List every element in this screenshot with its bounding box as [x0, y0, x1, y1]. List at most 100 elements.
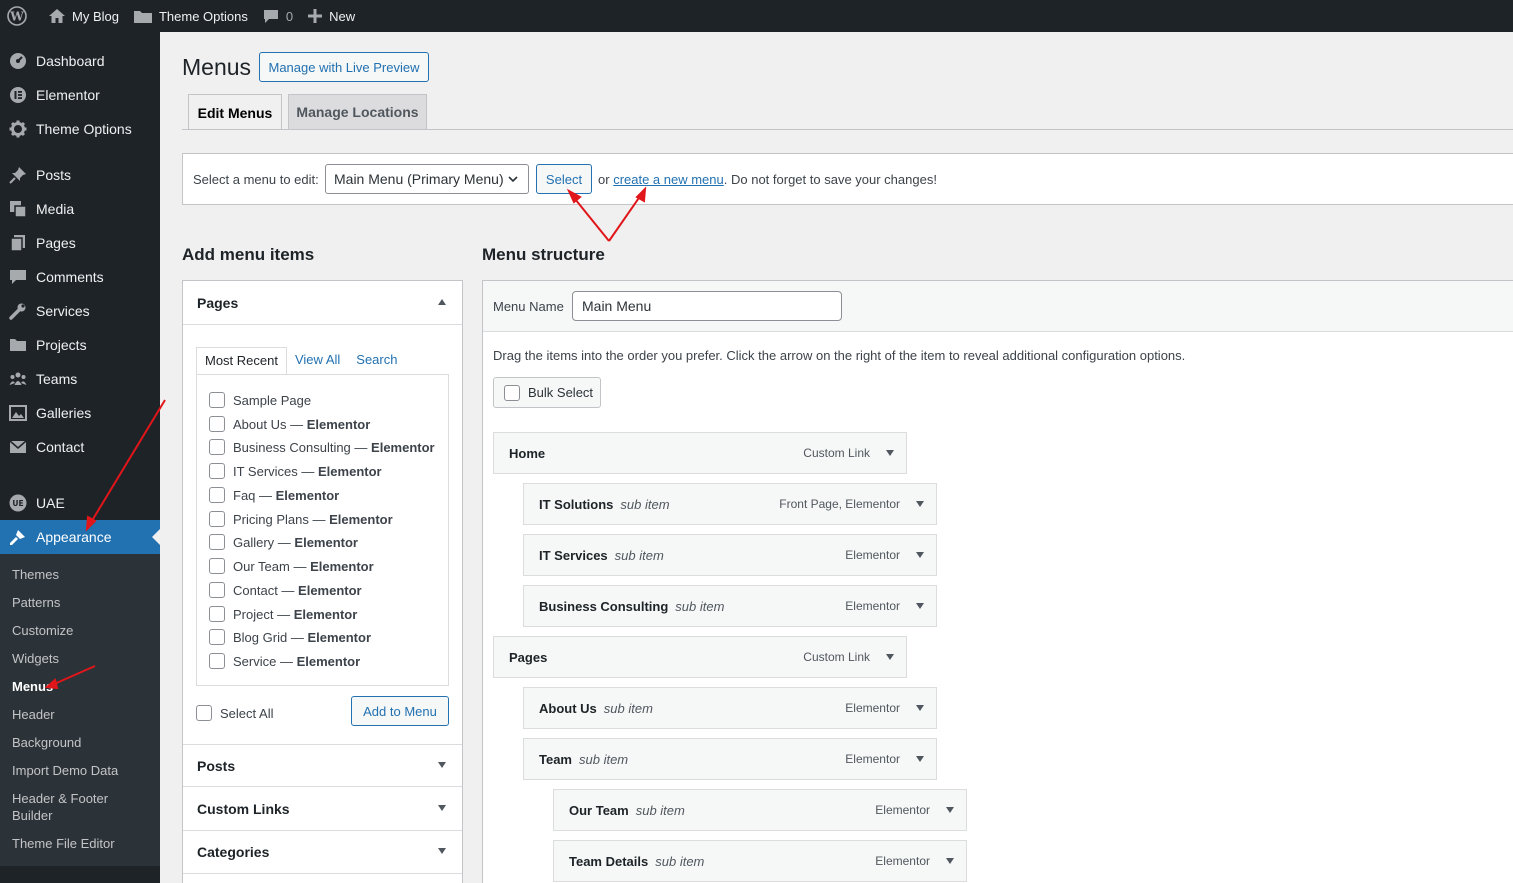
expand-arrow-icon[interactable]	[438, 762, 446, 768]
checkbox[interactable]	[209, 416, 225, 432]
submenu-background[interactable]: Background	[0, 729, 160, 757]
expand-arrow-icon[interactable]	[946, 807, 954, 813]
submenu-header-footer-builder[interactable]: Header & Footer Builder	[0, 785, 160, 830]
sidebar-item-pages[interactable]: Pages	[0, 226, 160, 260]
bulk-select-button[interactable]: Bulk Select	[493, 377, 601, 408]
submenu-customize[interactable]: Customize	[0, 617, 160, 645]
sidebar-item-projects[interactable]: Projects	[0, 328, 160, 362]
expand-arrow-icon[interactable]	[916, 603, 924, 609]
checkbox[interactable]	[209, 439, 225, 455]
tab-view-all[interactable]: View All	[287, 347, 348, 375]
tab-most-recent[interactable]: Most Recent	[196, 347, 287, 375]
expand-arrow-icon[interactable]	[886, 450, 894, 456]
comments-link[interactable]: 0	[255, 0, 300, 32]
list-item[interactable]: Business Consulting — Elementor	[209, 439, 435, 455]
custom-links-panel-header[interactable]: Custom Links	[183, 788, 462, 831]
manage-live-preview-button[interactable]: Manage with Live Preview	[259, 52, 429, 82]
sidebar-item-dashboard[interactable]: Dashboard	[0, 44, 160, 78]
checkbox[interactable]	[209, 534, 225, 550]
new-content-link[interactable]: New	[300, 0, 362, 32]
wordpress-logo-icon[interactable]: W	[0, 0, 41, 32]
menu-item-type: Elementor	[845, 548, 900, 562]
categories-panel-header[interactable]: Categories	[183, 831, 462, 874]
collapse-arrow-icon[interactable]	[438, 299, 446, 305]
wrench-icon	[8, 301, 28, 321]
list-item[interactable]: Blog Grid — Elementor	[209, 629, 371, 645]
select-all-control[interactable]: Select All	[196, 705, 273, 721]
submenu-header[interactable]: Header	[0, 701, 160, 729]
tab-search[interactable]: Search	[348, 347, 405, 375]
sidebar-item-media[interactable]: Media	[0, 192, 160, 226]
categories-panel-title: Categories	[197, 844, 270, 860]
tab-edit-menus[interactable]: Edit Menus	[188, 94, 282, 130]
create-menu-text: or create a new menu. Do not forget to s…	[598, 172, 937, 187]
submenu-theme-file-editor[interactable]: Theme File Editor	[0, 830, 160, 858]
checkbox[interactable]	[209, 653, 225, 669]
checkbox[interactable]	[504, 384, 520, 401]
list-item[interactable]: Faq — Elementor	[209, 487, 339, 503]
theme-options-link[interactable]: Theme Options	[126, 0, 255, 32]
menu-structure-item[interactable]: About Us sub item Elementor	[523, 687, 937, 729]
expand-arrow-icon[interactable]	[438, 805, 446, 811]
submenu-widgets[interactable]: Widgets	[0, 645, 160, 673]
create-new-menu-link[interactable]: create a new menu	[613, 172, 724, 187]
tab-manage-locations[interactable]: Manage Locations	[288, 94, 427, 129]
submenu-patterns[interactable]: Patterns	[0, 589, 160, 617]
sidebar-item-teams[interactable]: Teams	[0, 362, 160, 396]
submenu-menus[interactable]: Menus	[0, 673, 160, 701]
posts-panel-header[interactable]: Posts	[183, 744, 462, 787]
sidebar-item-appearance[interactable]: Appearance	[0, 520, 160, 554]
sidebar-item-comments[interactable]: Comments	[0, 260, 160, 294]
sidebar-item-posts[interactable]: Posts	[0, 158, 160, 192]
list-item[interactable]: Sample Page	[209, 392, 311, 408]
checkbox[interactable]	[209, 511, 225, 527]
checkbox[interactable]	[209, 629, 225, 645]
expand-arrow-icon[interactable]	[916, 501, 924, 507]
expand-arrow-icon[interactable]	[916, 705, 924, 711]
sidebar-item-uae[interactable]: UE UAE	[0, 486, 160, 520]
sidebar-item-contact[interactable]: Contact	[0, 430, 160, 464]
menu-structure-item[interactable]: IT Solutions sub item Front Page, Elemento…	[523, 483, 937, 525]
sidebar-item-services[interactable]: Services	[0, 294, 160, 328]
expand-arrow-icon[interactable]	[438, 848, 446, 854]
sidebar-item-theme-options[interactable]: Theme Options	[0, 112, 160, 146]
menu-select-dropdown[interactable]: Main Menu (Primary Menu)	[325, 164, 529, 194]
pages-panel-header[interactable]: Pages	[183, 281, 462, 325]
checkbox[interactable]	[209, 606, 225, 622]
expand-arrow-icon[interactable]	[916, 756, 924, 762]
menu-structure-item[interactable]: Our Team sub item Elementor	[553, 789, 967, 831]
list-item[interactable]: Project — Elementor	[209, 606, 357, 622]
checkbox[interactable]	[209, 487, 225, 503]
checkbox[interactable]	[209, 463, 225, 479]
list-item[interactable]: IT Services — Elementor	[209, 463, 382, 479]
sidebar-item-elementor[interactable]: Elementor	[0, 78, 160, 112]
checkbox[interactable]	[209, 582, 225, 598]
submenu-themes[interactable]: Themes	[0, 561, 160, 589]
list-item[interactable]: Service — Elementor	[209, 653, 360, 669]
submenu-import-demo-data[interactable]: Import Demo Data	[0, 757, 160, 785]
list-item[interactable]: Contact — Elementor	[209, 582, 362, 598]
menu-structure-item[interactable]: IT Services sub item Elementor	[523, 534, 937, 576]
dash: —	[273, 606, 294, 622]
menu-structure-item[interactable]: Pages Custom Link	[493, 636, 907, 678]
expand-arrow-icon[interactable]	[946, 858, 954, 864]
checkbox[interactable]	[209, 392, 225, 408]
list-item[interactable]: Gallery — Elementor	[209, 534, 358, 550]
menu-structure-item[interactable]: Team Details sub item Elementor	[553, 840, 967, 882]
checkbox[interactable]	[209, 558, 225, 574]
sidebar-item-galleries[interactable]: Galleries	[0, 396, 160, 430]
expand-arrow-icon[interactable]	[886, 654, 894, 660]
add-to-menu-button[interactable]: Add to Menu	[351, 696, 449, 726]
list-item[interactable]: About Us — Elementor	[209, 416, 370, 432]
checkbox[interactable]	[196, 705, 212, 721]
list-item[interactable]: Pricing Plans — Elementor	[209, 511, 393, 527]
site-name-link[interactable]: My Blog	[41, 0, 126, 32]
list-item[interactable]: Our Team — Elementor	[209, 558, 374, 574]
menu-structure-item[interactable]: Business Consulting sub item Elementor	[523, 585, 937, 627]
expand-arrow-icon[interactable]	[916, 552, 924, 558]
select-menu-button[interactable]: Select	[536, 164, 592, 194]
menu-structure-item[interactable]: Home Custom Link	[493, 432, 907, 474]
menu-name-input[interactable]: Main Menu	[572, 291, 842, 321]
menu-structure-item[interactable]: Team sub item Elementor	[523, 738, 937, 780]
svg-text:UE: UE	[12, 499, 23, 508]
